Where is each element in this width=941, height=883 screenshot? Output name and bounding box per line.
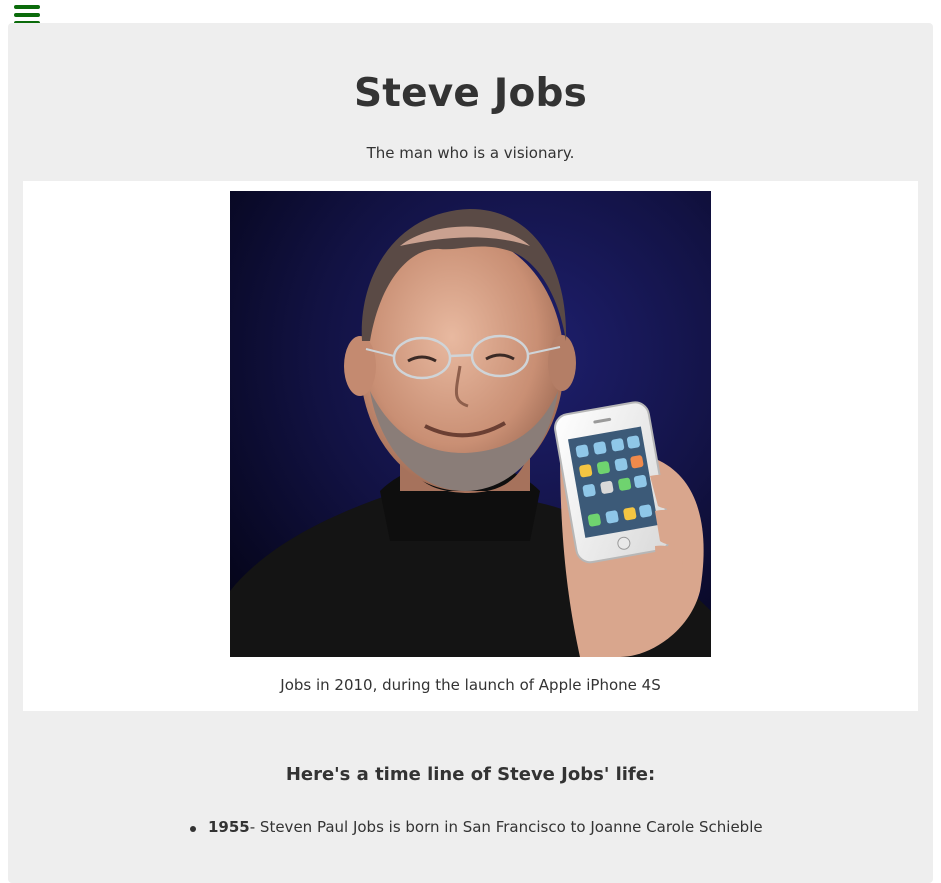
timeline-text: - Steven Paul Jobs is born in San Franci… bbox=[249, 818, 763, 836]
image-caption: Jobs in 2010, during the launch of Apple… bbox=[280, 676, 661, 694]
main-content: Steve Jobs The man who is a visionary. J… bbox=[8, 23, 933, 883]
image-panel: Jobs in 2010, during the launch of Apple… bbox=[23, 181, 918, 711]
page-subtitle: The man who is a visionary. bbox=[366, 144, 575, 162]
timeline-year: 1955 bbox=[208, 818, 250, 836]
timeline-heading: Here's a time line of Steve Jobs' life: bbox=[285, 764, 656, 785]
steve-jobs-photo bbox=[230, 191, 711, 657]
page-title: Steve Jobs bbox=[353, 71, 588, 116]
timeline-item: 1955- Steven Paul Jobs is born in San Fr… bbox=[190, 818, 763, 836]
bullet-icon bbox=[190, 826, 196, 832]
menu-bar bbox=[14, 13, 40, 17]
menu-bar bbox=[14, 5, 40, 9]
timeline-list: 1955- Steven Paul Jobs is born in San Fr… bbox=[190, 818, 763, 836]
